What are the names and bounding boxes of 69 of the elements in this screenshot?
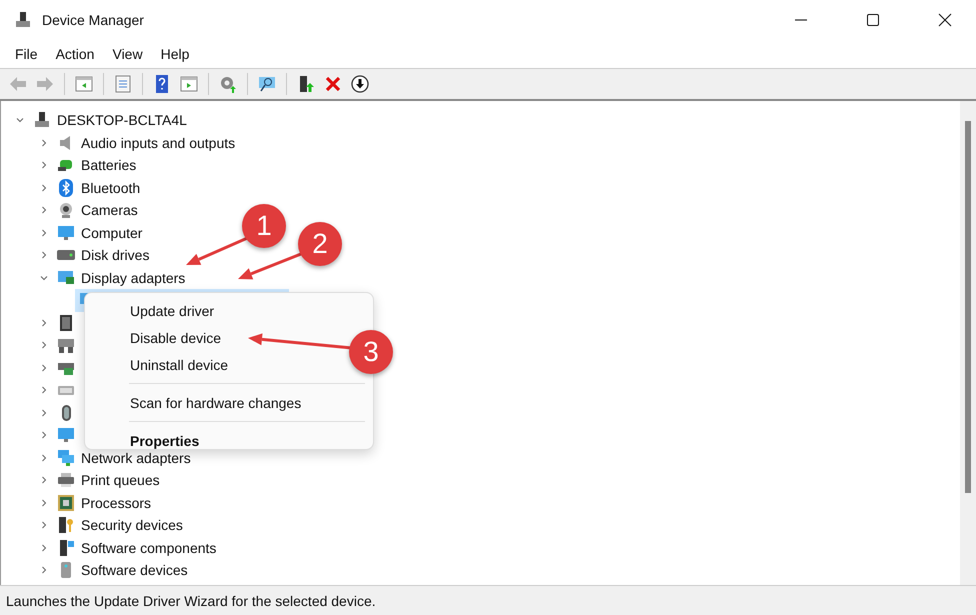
display-icon	[57, 268, 75, 287]
panel-icon	[74, 74, 94, 94]
menu-item[interactable]: Uninstall device	[130, 351, 228, 378]
network-icon	[57, 448, 75, 467]
forward-arrow-icon	[35, 74, 55, 94]
tree-item[interactable]: Display adapters	[81, 270, 186, 286]
chevron-icon[interactable]	[39, 182, 49, 193]
chevron-icon[interactable]	[39, 430, 49, 440]
chevron-icon[interactable]	[39, 318, 49, 328]
window-title: Device Manager	[42, 12, 145, 28]
tree-item[interactable]: Batteries	[81, 157, 136, 174]
chevron-icon[interactable]	[39, 565, 49, 576]
scrollbar[interactable]	[960, 101, 976, 585]
monitor-icon	[57, 426, 75, 444]
tree-item[interactable]: Processors	[81, 494, 152, 511]
security-icon	[57, 516, 75, 534]
chevron-icon[interactable]	[39, 205, 49, 216]
monitor-icon	[57, 224, 75, 242]
delete-icon	[323, 74, 343, 94]
tree-item[interactable]: Computer	[81, 224, 142, 241]
tree-item[interactable]: Network adapters	[81, 450, 191, 466]
tree-item[interactable]: DESKTOP-BCLTA4L	[57, 112, 187, 128]
step-badge: 2	[298, 222, 342, 266]
menu-item[interactable]: Update driver	[130, 297, 214, 324]
menu-item[interactable]: Disable device	[130, 324, 222, 351]
tree-item[interactable]: Software devices	[81, 562, 188, 578]
tree-item[interactable]: Audio inputs and outputs	[81, 134, 236, 151]
menu-item[interactable]: Help	[152, 44, 198, 64]
menu-item[interactable]: View	[103, 44, 152, 64]
download-icon	[350, 74, 370, 94]
tree-item[interactable]: Disk drives	[81, 247, 150, 264]
chevron-icon[interactable]	[39, 520, 49, 530]
monitor-icon	[257, 74, 277, 94]
maximize-icon	[867, 14, 879, 26]
chevron-icon[interactable]	[39, 475, 49, 486]
chip-icon	[57, 314, 75, 332]
chevron-icon[interactable]	[39, 340, 49, 350]
tree-item[interactable]: Print queues	[81, 472, 160, 488]
tree-item[interactable]: Software components	[81, 540, 216, 556]
chevron-icon[interactable]	[39, 228, 49, 238]
step-badge: 1	[242, 204, 286, 248]
chevron-icon[interactable]	[39, 408, 49, 418]
chevron-icon[interactable]	[39, 385, 49, 396]
tree-item[interactable]: Cameras	[81, 202, 138, 218]
gear-icon	[218, 74, 238, 94]
menu-item[interactable]: Properties	[130, 427, 200, 449]
processor-icon	[57, 494, 75, 512]
menu-item[interactable]: Action	[46, 44, 104, 64]
component-icon	[57, 538, 75, 557]
menu-item[interactable]: Scan for hardware changes	[130, 389, 302, 416]
chevron-icon[interactable]	[39, 498, 49, 508]
chevron-icon[interactable]	[39, 542, 49, 553]
bluetooth-icon	[57, 178, 75, 197]
tree-item[interactable]: Bluetooth	[81, 180, 140, 196]
computer-tower-icon	[33, 111, 51, 130]
chevron-icon[interactable]	[39, 138, 49, 148]
printer-icon	[57, 471, 75, 490]
chevron-icon[interactable]	[39, 452, 49, 463]
chevron-icon[interactable]	[39, 250, 49, 260]
app-icon	[14, 11, 32, 29]
menu-item[interactable]: File	[6, 44, 47, 64]
chevron-icon[interactable]	[39, 362, 49, 373]
step-badge: 3	[349, 330, 393, 374]
close-icon	[938, 13, 952, 27]
properties-icon	[113, 74, 133, 94]
status-text: Launches the Update Driver Wizard for the selected device.	[6, 592, 376, 608]
camera-icon	[57, 201, 75, 220]
tree-item[interactable]: Security devices	[81, 517, 183, 534]
chevron-icon[interactable]	[39, 160, 49, 170]
